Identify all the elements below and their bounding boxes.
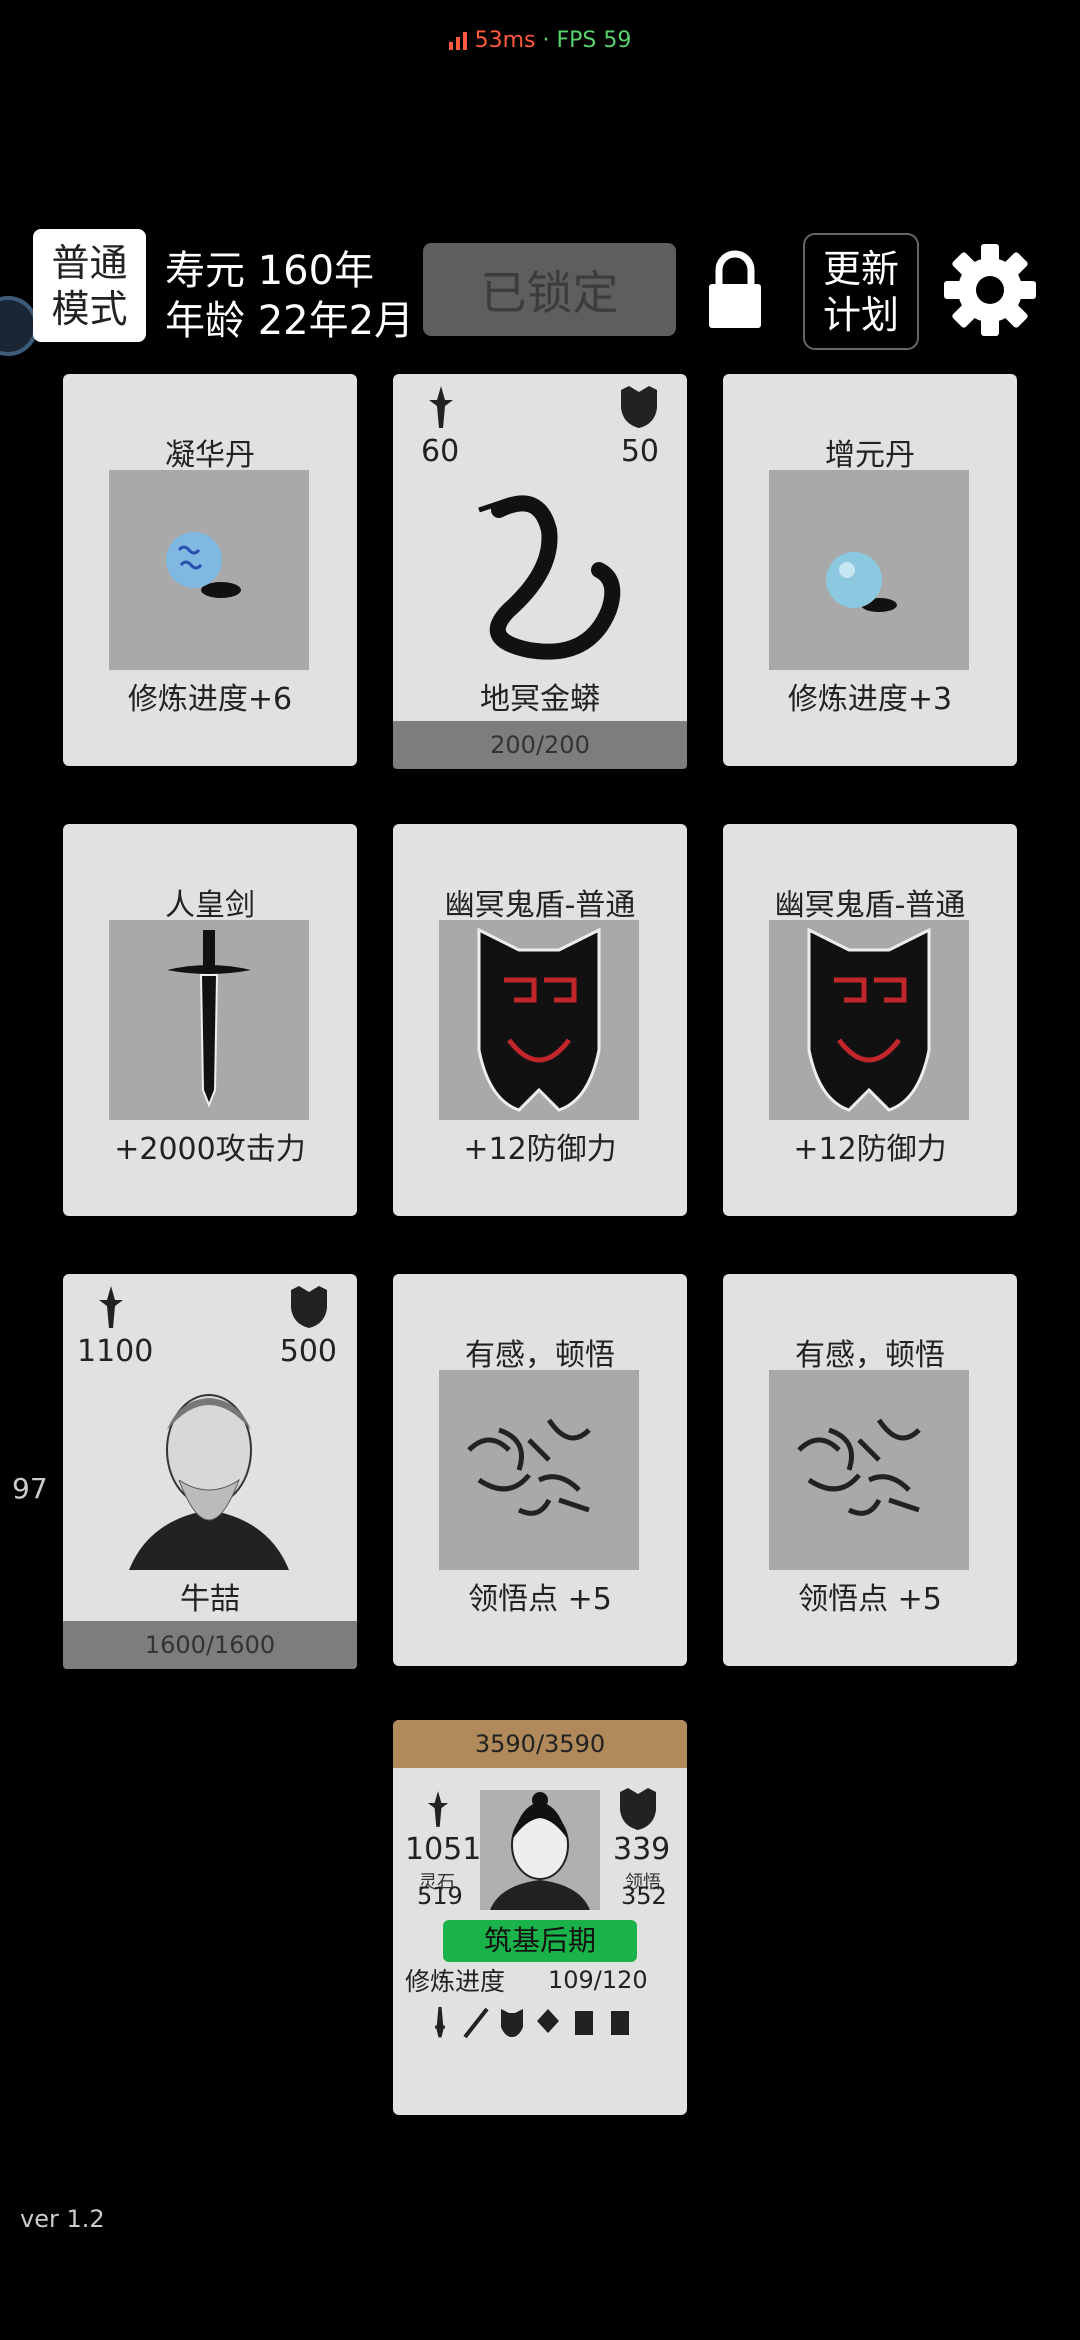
- armor-icon[interactable]: [605, 2005, 635, 2039]
- black-sword-image: [109, 920, 309, 1120]
- card-desc: 修炼进度+3: [787, 682, 953, 717]
- sword-icon: [427, 1791, 449, 1827]
- sword-icon: [99, 1286, 123, 1328]
- player-avatar: [480, 1790, 600, 1910]
- fps-text: FPS 59: [556, 28, 632, 53]
- insight-value: 352: [621, 1882, 667, 1910]
- card-title: 有感，顿悟: [795, 1338, 945, 1373]
- card-title: 人皇剑: [165, 888, 255, 923]
- signal-icon: [448, 32, 467, 50]
- side-number: 97: [12, 1472, 48, 1505]
- card-desc: +12防御力: [793, 1132, 947, 1167]
- card-title: 凝华丹: [165, 438, 255, 473]
- locked-button[interactable]: 已锁定: [423, 243, 676, 336]
- blue-pill-image: [109, 470, 309, 670]
- player-card[interactable]: 3590/3590 1051 339 灵石 519 领悟 352 筑基后期 修炼…: [393, 1720, 687, 2115]
- event-card-insight[interactable]: 有感，顿悟 领悟点 +5: [393, 1274, 687, 1666]
- calligraphy-image: [769, 1370, 969, 1570]
- spirit-stone-value: 519: [417, 1882, 463, 1910]
- update-plan-button[interactable]: 更新 计划: [803, 233, 919, 350]
- card-desc: 领悟点 +5: [798, 1582, 942, 1617]
- age-text: 年龄 22年2月: [165, 298, 415, 344]
- blade-icon[interactable]: [461, 2005, 491, 2039]
- armor-icon[interactable]: [569, 2005, 599, 2039]
- defense-value: 500: [279, 1334, 337, 1369]
- mode-button[interactable]: 普通 模式: [33, 229, 146, 342]
- realm-badge: 筑基后期: [443, 1920, 637, 1962]
- status-bar: 53ms · FPS 59: [0, 28, 1080, 53]
- status-dot: ·: [542, 28, 550, 53]
- talisman-icon[interactable]: [533, 2005, 563, 2039]
- update-label-line2: 计划: [822, 292, 899, 337]
- item-card-sword[interactable]: 人皇剑 +2000攻击力: [63, 824, 357, 1216]
- mode-label-line2: 模式: [51, 286, 128, 331]
- lock-icon[interactable]: [705, 248, 765, 330]
- version-label: ver 1.2: [20, 2205, 105, 2233]
- ping-text: 53ms: [474, 28, 536, 53]
- card-title: 幽冥鬼盾-普通: [774, 888, 966, 923]
- card-desc: +2000攻击力: [114, 1132, 306, 1167]
- attack-value: 1100: [77, 1334, 154, 1369]
- attack-value: 60: [421, 434, 460, 469]
- card-desc: +12防御力: [463, 1132, 617, 1167]
- enemy-card-npc[interactable]: 1100 500 牛喆 1600/1600: [63, 1274, 357, 1669]
- item-card-pill[interactable]: 增元丹 修炼进度+3: [723, 374, 1017, 766]
- gear-icon[interactable]: [940, 240, 1040, 340]
- black-serpent-image: [439, 470, 639, 670]
- player-attack: 1051: [405, 1832, 482, 1867]
- card-desc: 领悟点 +5: [468, 1582, 612, 1617]
- ghost-shield-image: [439, 920, 639, 1120]
- item-card-shield[interactable]: 幽冥鬼盾-普通 +12防御力: [723, 824, 1017, 1216]
- cultivation-progress-label: 修炼进度: [405, 1967, 506, 1996]
- card-desc: 修炼进度+6: [127, 682, 293, 717]
- sword-icon: [429, 386, 453, 428]
- ghost-shield-image: [769, 920, 969, 1120]
- event-card-insight[interactable]: 有感，顿悟 领悟点 +5: [723, 1274, 1017, 1666]
- shield-icon: [291, 1286, 327, 1328]
- defense-value: 50: [620, 434, 659, 469]
- enemy-card-serpent[interactable]: 60 50 地冥金蟒 200/200: [393, 374, 687, 769]
- mask-icon[interactable]: [497, 2005, 527, 2039]
- shield-icon: [621, 386, 657, 428]
- enemy-hp-bar: 200/200: [393, 721, 687, 769]
- card-title: 有感，顿悟: [465, 1338, 615, 1373]
- item-card-pill[interactable]: 凝华丹 修炼进度+6: [63, 374, 357, 766]
- light-blue-pill-image: [769, 470, 969, 670]
- equipment-row: [425, 2005, 655, 2045]
- update-label-line1: 更新: [822, 246, 899, 291]
- enemy-hp-bar: 1600/1600: [63, 1621, 357, 1669]
- shield-icon: [620, 1788, 656, 1830]
- cultivation-progress-value: 109/120: [548, 1966, 648, 1994]
- card-title: 幽冥鬼盾-普通: [444, 888, 636, 923]
- sword-icon[interactable]: [425, 2005, 455, 2039]
- old-man-portrait: [109, 1370, 309, 1570]
- player-defense: 339: [613, 1832, 671, 1867]
- player-hp-bar: 3590/3590: [393, 1720, 687, 1768]
- card-title: 增元丹: [825, 438, 915, 473]
- item-card-shield[interactable]: 幽冥鬼盾-普通 +12防御力: [393, 824, 687, 1216]
- enemy-name: 地冥金蟒: [480, 682, 600, 717]
- mode-label-line1: 普通: [51, 240, 128, 285]
- calligraphy-image: [439, 1370, 639, 1570]
- enemy-name: 牛喆: [180, 1582, 240, 1617]
